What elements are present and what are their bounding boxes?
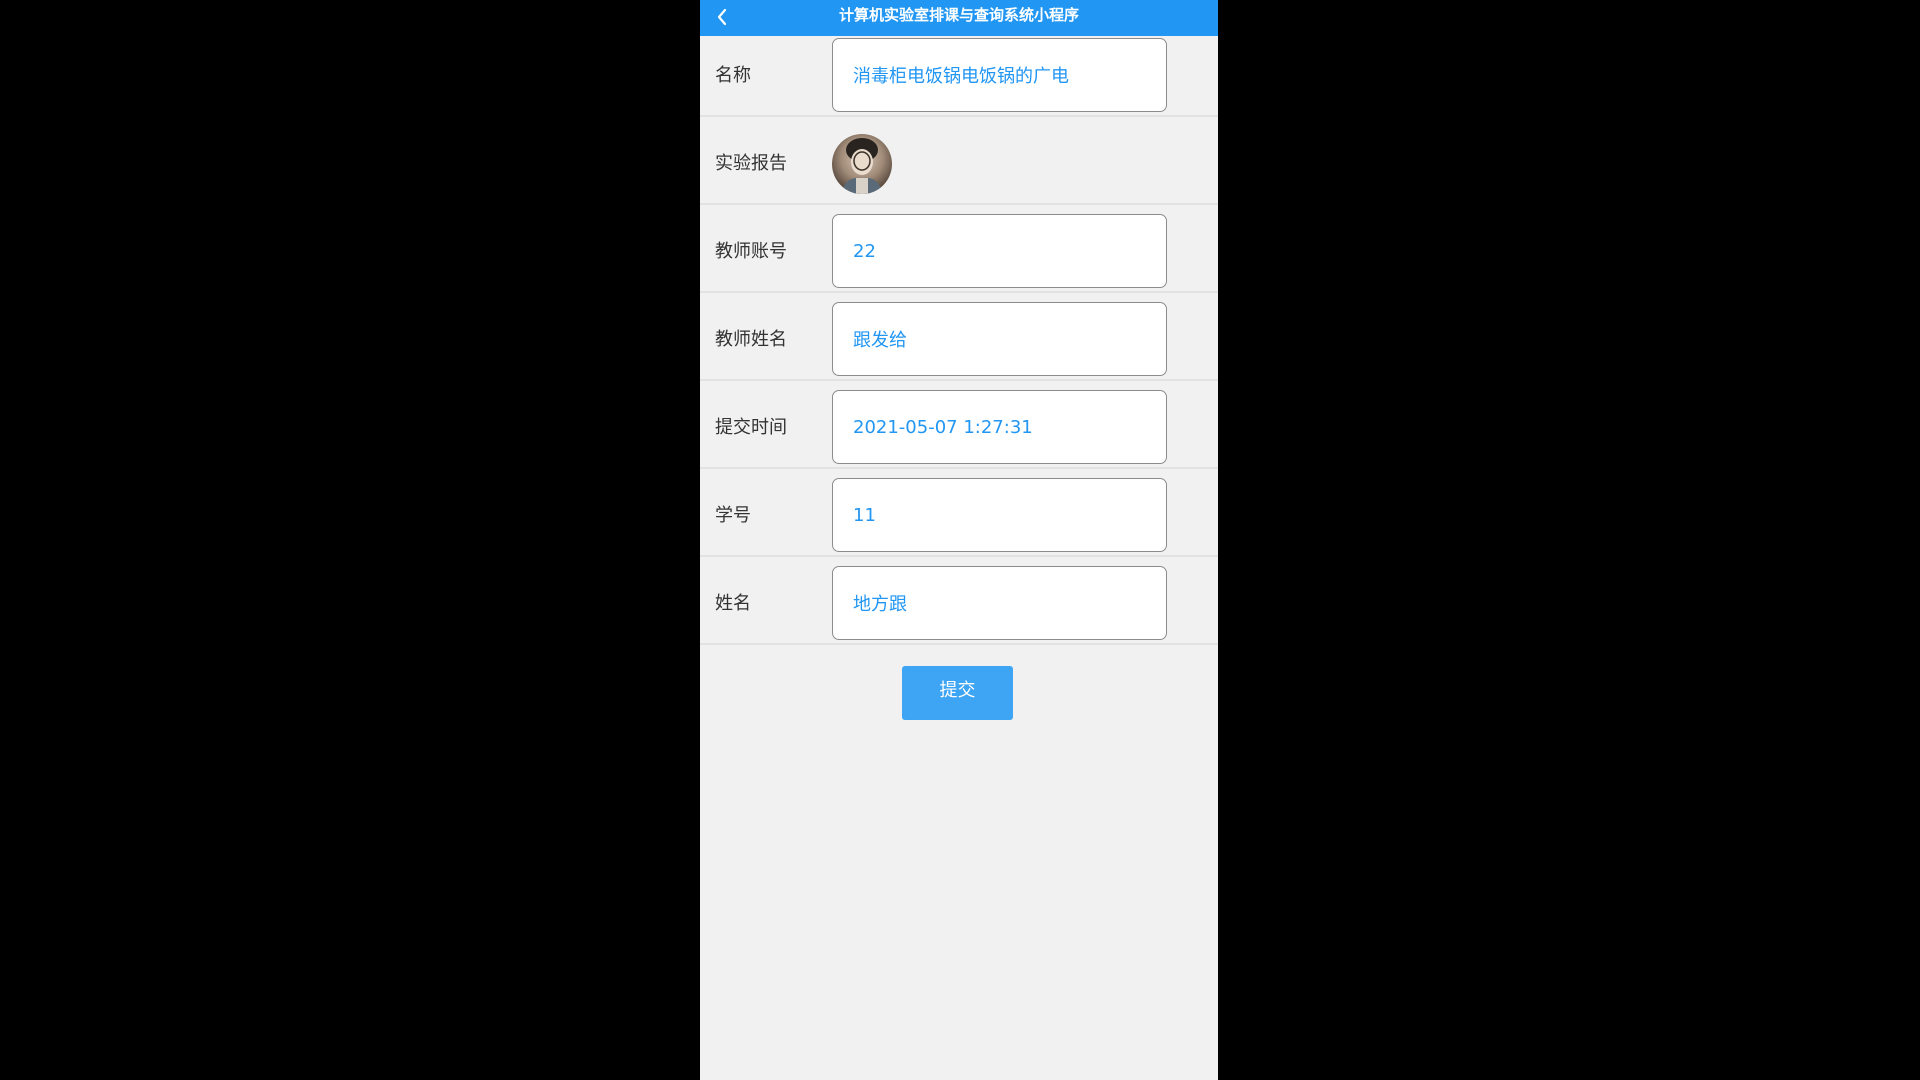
teacher-account-input[interactable] (832, 214, 1167, 288)
form-row-name: 名称 (700, 37, 1218, 117)
phone-screen: 计算机实验室排课与查询系统小程序 名称 实验报告 教师账号 教师姓名 提交时间 … (700, 0, 1218, 1080)
form-row-student-id: 学号 (700, 477, 1218, 557)
teacher-name-input[interactable] (832, 302, 1167, 376)
form-row-teacher-account: 教师账号 (700, 213, 1218, 293)
student-name-label: 姓名 (715, 593, 751, 614)
report-image-thumbnail[interactable] (832, 134, 892, 194)
chevron-left-icon (716, 8, 728, 26)
name-label: 名称 (715, 65, 751, 86)
form-row-student-name: 姓名 (700, 565, 1218, 645)
teacher-account-label: 教师账号 (715, 241, 787, 262)
submit-button[interactable]: 提交 (902, 666, 1013, 720)
name-input[interactable] (832, 38, 1167, 112)
submit-time-label: 提交时间 (715, 417, 787, 438)
title-bar: 计算机实验室排课与查询系统小程序 (700, 0, 1218, 36)
form-row-teacher-name: 教师姓名 (700, 301, 1218, 381)
form-row-submit-time: 提交时间 (700, 389, 1218, 469)
back-button[interactable] (708, 2, 736, 32)
student-name-input[interactable] (832, 566, 1167, 640)
submit-time-input[interactable] (832, 390, 1167, 464)
student-id-label: 学号 (715, 505, 751, 526)
page-title: 计算机实验室排课与查询系统小程序 (838, 6, 1079, 24)
teacher-name-label: 教师姓名 (715, 329, 787, 350)
form-row-report: 实验报告 (700, 125, 1218, 205)
report-label: 实验报告 (715, 153, 787, 174)
student-id-input[interactable] (832, 478, 1167, 552)
